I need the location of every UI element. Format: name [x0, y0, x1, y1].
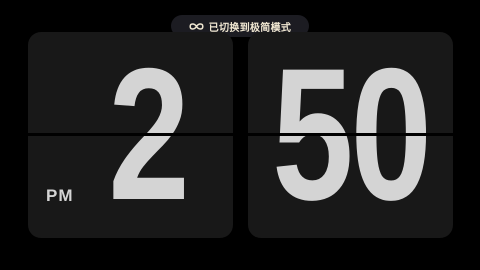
am-pm-indicator: PM [46, 186, 74, 205]
card-hinge-divider [28, 133, 233, 136]
minute-flip-card[interactable]: 50 [248, 32, 453, 238]
hour-flip-card[interactable]: 2 PM [28, 32, 233, 238]
infinity-icon [189, 22, 204, 31]
flip-clock-screen: 已切换到极简模式 2 PM 50 [0, 0, 480, 270]
card-hinge-divider [248, 133, 453, 136]
